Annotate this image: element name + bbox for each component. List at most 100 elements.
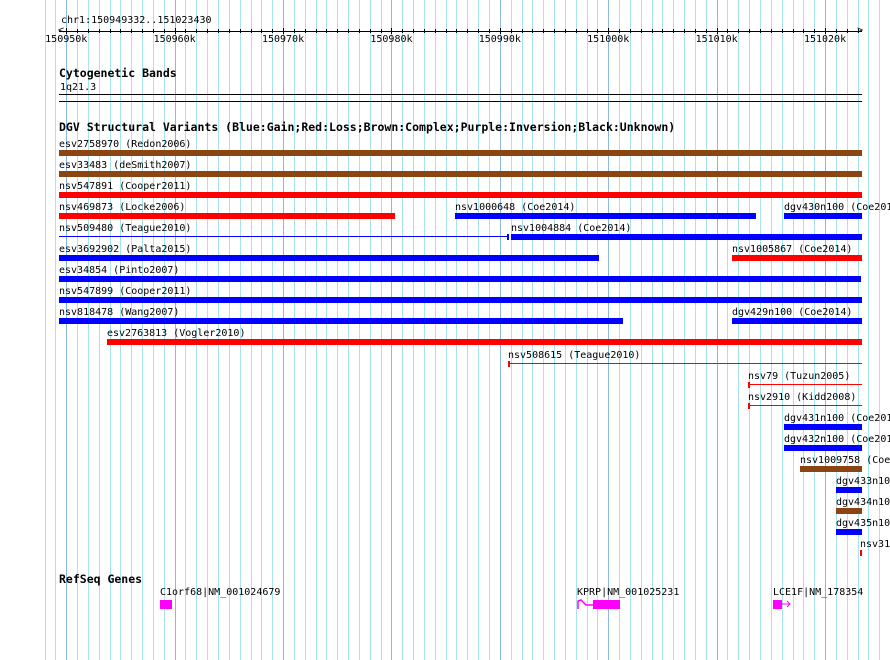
sv-label[interactable]: nsv2910 (Kidd2008) bbox=[748, 392, 856, 403]
sv-bar[interactable] bbox=[59, 276, 861, 283]
grid-line bbox=[55, 0, 56, 660]
cytoband-label[interactable]: 1q21.3 bbox=[60, 82, 96, 93]
sv-label[interactable]: dgv433n10 bbox=[836, 476, 890, 487]
sv-line[interactable] bbox=[748, 404, 862, 406]
gene-exon[interactable] bbox=[160, 600, 172, 609]
sv-bar[interactable] bbox=[107, 339, 862, 346]
sv-bar[interactable] bbox=[59, 150, 862, 156]
ruler-tick bbox=[738, 29, 739, 33]
grid-line bbox=[45, 0, 46, 660]
grid-line bbox=[782, 0, 783, 660]
grid-line bbox=[316, 0, 317, 660]
grid-line bbox=[77, 0, 78, 660]
ruler-tick bbox=[619, 29, 620, 33]
grid-line bbox=[413, 0, 414, 660]
sv-bar[interactable] bbox=[784, 423, 862, 430]
sv-label[interactable]: dgv432n100 (Coe201 bbox=[784, 434, 890, 445]
sv-line[interactable] bbox=[508, 362, 862, 364]
sv-bar[interactable] bbox=[511, 234, 862, 241]
sv-label[interactable]: dgv430n100 (Coe201 bbox=[784, 202, 890, 213]
sv-label[interactable]: nsv1005867 (Coe2014) bbox=[732, 244, 852, 255]
ruler-tick bbox=[185, 29, 186, 33]
sv-bar[interactable] bbox=[59, 297, 862, 304]
sv-bar[interactable] bbox=[836, 486, 862, 493]
sv-label[interactable]: nsv1004884 (Coe2014) bbox=[511, 223, 631, 234]
grid-line bbox=[879, 0, 880, 660]
sv-label[interactable]: esv2758970 (Redon2006) bbox=[59, 139, 191, 150]
gene-label[interactable]: LCE1F|NM_178354 bbox=[773, 587, 863, 598]
grid-line bbox=[825, 0, 826, 660]
ruler-tick bbox=[532, 29, 533, 33]
sv-bar[interactable] bbox=[732, 318, 862, 325]
ruler-tick bbox=[684, 29, 685, 33]
sv-bar[interactable] bbox=[59, 255, 599, 262]
grid-line bbox=[608, 0, 609, 660]
sv-label[interactable]: esv34854 (Pinto2007) bbox=[59, 265, 179, 276]
sv-label[interactable]: esv2763813 (Vogler2010) bbox=[107, 328, 245, 339]
sv-bar[interactable] bbox=[784, 444, 862, 451]
sv-label[interactable]: nsv818478 (Wang2007) bbox=[59, 307, 179, 318]
sv-bar[interactable] bbox=[784, 213, 862, 220]
sv-label[interactable]: dgv429n100 (Coe2014) bbox=[732, 307, 852, 318]
sv-label[interactable]: nsv547899 (Cooper2011) bbox=[59, 286, 191, 297]
grid-line bbox=[814, 0, 815, 660]
sv-line[interactable] bbox=[748, 383, 862, 385]
gene-label[interactable]: C1orf68|NM_001024679 bbox=[160, 587, 280, 598]
sv-label[interactable]: nsv31 bbox=[860, 539, 890, 550]
sv-bar[interactable] bbox=[59, 213, 395, 220]
grid-line bbox=[793, 0, 794, 660]
ruler-tick bbox=[641, 29, 642, 33]
grid-line bbox=[532, 0, 533, 660]
ruler-tick bbox=[381, 29, 382, 33]
sv-endpoint bbox=[748, 402, 750, 409]
gene-exon[interactable] bbox=[773, 600, 782, 609]
ruler-tick bbox=[164, 29, 165, 33]
grid-line bbox=[511, 0, 512, 660]
grid-line bbox=[500, 0, 501, 660]
sv-bar[interactable] bbox=[59, 192, 862, 199]
sv-bar[interactable] bbox=[860, 549, 862, 556]
sv-bar[interactable] bbox=[455, 213, 756, 220]
grid-line bbox=[294, 0, 295, 660]
sv-label[interactable]: nsv1000648 (Coe2014) bbox=[455, 202, 575, 213]
sv-bar[interactable] bbox=[836, 528, 862, 535]
sv-label[interactable]: nsv547891 (Cooper2011) bbox=[59, 181, 191, 192]
ruler-tick bbox=[511, 29, 512, 33]
sv-bar[interactable] bbox=[732, 255, 862, 262]
gene-label[interactable]: KPRP|NM_001025231 bbox=[577, 587, 679, 598]
sv-bar[interactable] bbox=[59, 318, 623, 325]
sv-line[interactable] bbox=[59, 236, 508, 238]
ruler-label: 150990k bbox=[478, 34, 521, 45]
grid-line bbox=[261, 0, 262, 660]
ruler-tick bbox=[446, 29, 447, 33]
sv-bar[interactable] bbox=[800, 465, 862, 472]
sv-bar[interactable] bbox=[59, 171, 862, 178]
grid-line bbox=[673, 0, 674, 660]
sv-label[interactable]: dgv435n10 bbox=[836, 518, 890, 529]
sv-label[interactable]: nsv508615 (Teague2010) bbox=[508, 350, 640, 361]
ruler-tick bbox=[554, 29, 555, 33]
sv-label[interactable]: dgv434n10 bbox=[836, 497, 890, 508]
grid-line bbox=[652, 0, 653, 660]
gene-exon[interactable] bbox=[593, 600, 620, 609]
sv-label[interactable]: nsv79 (Tuzun2005) bbox=[748, 371, 850, 382]
sv-label[interactable]: nsv469873 (Locke2006) bbox=[59, 202, 185, 213]
ruler-tick bbox=[836, 29, 837, 33]
ruler-tick bbox=[348, 29, 349, 33]
ruler-tick bbox=[131, 29, 132, 33]
sv-label[interactable]: esv33483 (deSmith2007) bbox=[59, 160, 191, 171]
sv-label[interactable]: dgv431n100 (Coe201 bbox=[784, 413, 890, 424]
grid-line bbox=[359, 0, 360, 660]
sv-bar[interactable] bbox=[836, 507, 862, 514]
sv-label[interactable]: esv3692902 (Palta2015) bbox=[59, 244, 191, 255]
ruler-tick bbox=[456, 29, 457, 33]
sv-label[interactable]: nsv1009758 (Coe bbox=[800, 455, 890, 466]
ruler-tick bbox=[251, 29, 252, 33]
ruler-tick bbox=[803, 29, 804, 33]
ruler-tick bbox=[207, 29, 208, 33]
grid-line bbox=[251, 0, 252, 660]
ruler-tick bbox=[587, 29, 588, 33]
ruler-label: 150970k bbox=[261, 34, 305, 45]
ruler-tick bbox=[782, 29, 783, 33]
sv-label[interactable]: nsv509480 (Teague2010) bbox=[59, 223, 191, 234]
